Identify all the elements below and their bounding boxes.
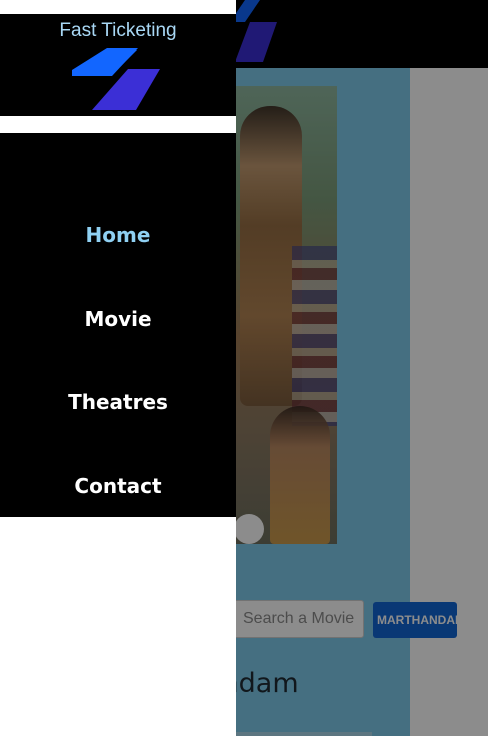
nav-item-movie[interactable]: Movie: [0, 307, 236, 331]
drawer-header: Fast Ticketing: [0, 14, 236, 116]
nav-item-home[interactable]: Home: [0, 223, 236, 247]
brand-name: Fast Ticketing: [59, 20, 177, 41]
nav-item-contact[interactable]: Contact: [0, 474, 236, 498]
drawer-nav: Home Movie Theatres Contact: [0, 133, 236, 517]
side-drawer: Fast Ticketing Home Movie Theatres Conta…: [0, 0, 236, 736]
parallelogram-logo-icon[interactable]: [72, 48, 162, 112]
nav-item-theatres[interactable]: Theatres: [0, 390, 236, 414]
